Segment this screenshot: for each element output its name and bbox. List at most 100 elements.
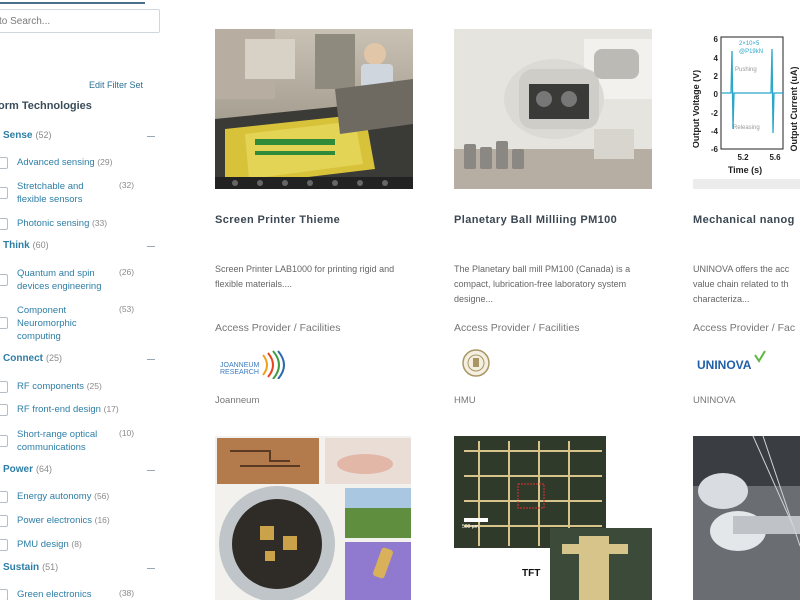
collapse-sense-icon[interactable] <box>147 136 155 137</box>
filter-item-count: (26) <box>119 267 135 277</box>
checkbox[interactable] <box>0 274 8 286</box>
filter-item-label: Photonic sensing <box>17 218 90 229</box>
card-description: The Planetary ball mill PM100 (Canada) i… <box>454 264 631 304</box>
filter-item-count: (33) <box>92 218 108 228</box>
checkbox[interactable] <box>0 404 8 416</box>
checkbox[interactable] <box>0 589 8 600</box>
ytick-label: 2 <box>714 72 719 81</box>
ytick-label: -4 <box>711 127 719 136</box>
filter-item-label: Quantum and spin devices engineering <box>17 268 102 292</box>
card-tubes-device[interactable] <box>693 436 800 600</box>
logo-text: JOANNEUM <box>220 362 259 369</box>
organization-name: HMU <box>454 395 476 406</box>
plot-ylabel-left: Output Voltage (V) <box>693 70 701 148</box>
category-label: Connect <box>3 353 43 364</box>
access-provider-label: Access Provider / Facilities <box>454 322 580 334</box>
ytick-label: 6 <box>714 35 719 44</box>
filter-item-count: (29) <box>97 157 113 167</box>
access-provider-label: Access Provider / Facilities <box>215 322 341 334</box>
checkbox[interactable] <box>0 381 8 393</box>
filter-item-count: (17) <box>103 404 119 414</box>
checkbox[interactable] <box>0 157 8 169</box>
filter-item-count: (10) <box>119 428 135 438</box>
filter-item-count: (38) <box>119 588 135 598</box>
ytick-label: 4 <box>714 54 719 63</box>
category-label: Think <box>3 240 30 251</box>
organization-name: UNINOVA <box>693 395 736 406</box>
checkbox[interactable] <box>0 187 8 199</box>
card-description: UNINOVA offers the acc value chain relat… <box>693 264 790 304</box>
ytick-label: 0 <box>714 90 719 99</box>
category-label: Sense <box>3 130 33 141</box>
filter-item-label: Power electronics <box>17 515 92 526</box>
plot-xlabel: Time (s) <box>728 165 762 175</box>
checkbox[interactable] <box>0 515 8 527</box>
ytick-label: -6 <box>711 145 719 154</box>
filter-sidebar: Edit Filter Set orm Technologies Sense(5… <box>0 0 172 600</box>
category-count: (60) <box>32 240 49 250</box>
card-title[interactable]: Screen Printer Thieme <box>215 214 340 226</box>
tft-label: TFT <box>522 568 540 579</box>
collapse-think-icon[interactable] <box>147 246 155 247</box>
collapse-connect-icon[interactable] <box>147 359 155 360</box>
xtick-label: 5.6 <box>769 153 781 162</box>
xtick-label: 5.2 <box>737 153 749 162</box>
filter-item-label: Advanced sensing <box>17 157 95 168</box>
annotation-pushing: Pushing <box>735 67 757 73</box>
search-input[interactable] <box>0 10 159 32</box>
checkbox[interactable] <box>0 317 8 329</box>
filter-item-count: (25) <box>86 381 102 391</box>
category-count: (64) <box>36 464 53 474</box>
legend-label: 2×10×5 <box>739 41 760 47</box>
search-underline <box>0 2 145 4</box>
category-power[interactable]: Power (64) <box>3 464 52 475</box>
scale-bar-label: 500 μm <box>462 524 479 530</box>
card-title[interactable]: Planetary Ball Milliing PM100 <box>454 214 617 226</box>
card-image-screen-printer[interactable] <box>215 29 413 189</box>
category-label: Power <box>3 464 34 475</box>
collapse-power-icon[interactable] <box>147 470 155 471</box>
filter-item-count: (32) <box>119 180 135 190</box>
card-title[interactable]: Mechanical nanog <box>693 214 795 226</box>
checkbox[interactable] <box>0 435 8 447</box>
category-count: (52) <box>35 130 52 140</box>
ytick-label: -2 <box>711 109 719 118</box>
logo-text: RESEARCH <box>220 369 259 376</box>
hmu-seal-logo <box>454 347 494 379</box>
category-label: Sustain <box>3 562 40 573</box>
uninova-logo: UNINOVA <box>693 347 773 379</box>
filter-item-label: PMU design <box>17 539 69 550</box>
logo-text: UNINOVA <box>697 358 752 372</box>
checkbox[interactable] <box>0 491 8 503</box>
collapse-sustain-icon[interactable] <box>147 568 155 569</box>
platform-technologies-heading: orm Technologies <box>0 100 92 112</box>
search-box[interactable] <box>0 9 160 33</box>
category-count: (25) <box>46 353 63 363</box>
filter-item-label: Energy autonomy <box>17 491 92 502</box>
filter-item-count: (56) <box>94 491 110 501</box>
filter-item-label: Green electronics <box>17 589 92 600</box>
category-sustain[interactable]: Sustain (51) <box>3 562 58 573</box>
organization-name: Joanneum <box>215 395 260 406</box>
checkbox[interactable] <box>0 218 8 230</box>
card-image-ball-mill[interactable] <box>454 29 652 189</box>
category-count: (51) <box>42 562 59 572</box>
edit-filter-set-link[interactable]: Edit Filter Set <box>89 80 143 90</box>
card-flexible-electronics[interactable] <box>215 436 411 600</box>
filter-item-count: (8) <box>71 539 82 549</box>
joanneum-logo: JOANNEUM RESEARCH <box>215 347 295 380</box>
filter-item-label: RF front-end design <box>17 404 101 415</box>
legend-label: @P19kN <box>739 49 763 55</box>
checkbox[interactable] <box>0 539 8 551</box>
card-tft-array[interactable]: 500 μm TFT <box>454 436 652 600</box>
filter-item-count: (16) <box>94 515 110 525</box>
card-image-output-plot[interactable]: Output Voltage (V) Output Current (uA) 6… <box>693 29 800 189</box>
filter-item-label: Stretchable and flexible sensors <box>17 181 84 205</box>
card-description: Screen Printer LAB1000 for printing rigi… <box>215 264 395 289</box>
filter-item-count: (53) <box>119 304 135 314</box>
access-provider-label: Access Provider / Fac <box>693 322 796 334</box>
category-think[interactable]: Think (60) <box>3 240 49 251</box>
annotation-releasing: Releasing <box>733 125 760 131</box>
category-sense[interactable]: Sense (52) <box>3 130 51 141</box>
category-connect[interactable]: Connect (25) <box>3 353 62 364</box>
